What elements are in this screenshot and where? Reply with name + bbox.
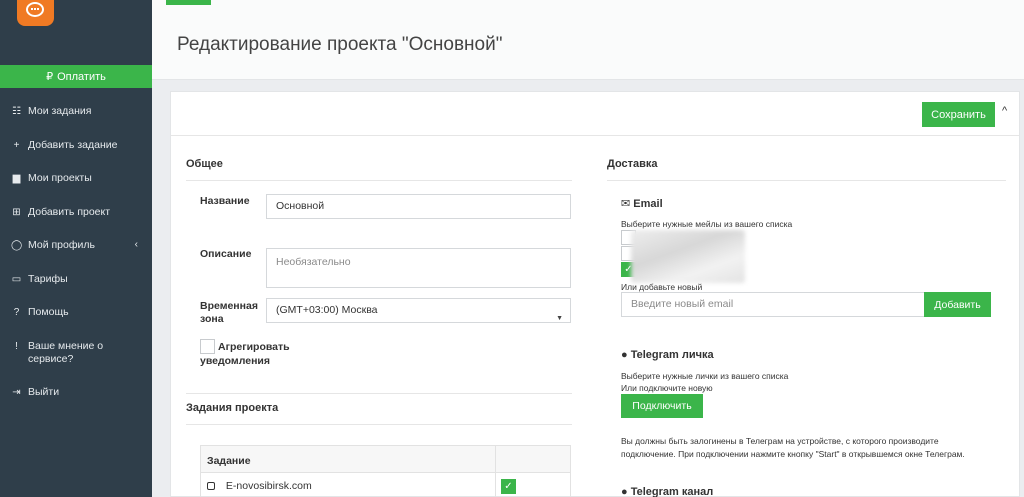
table-header: Задание xyxy=(201,446,570,473)
sidebar-nav: ☷ Мои задания + Добавить задание ▆ Мои п… xyxy=(0,98,152,412)
card-icon: ▭ xyxy=(11,273,22,285)
sidebar: ₽ Оплатить ☷ Мои задания + Добавить зада… xyxy=(0,0,152,497)
general-section: Общее Название Основной Описание Необяза… xyxy=(186,150,572,497)
email-heading: ✉ Email xyxy=(621,197,663,210)
telegram-or-connect-hint: Или подключите новую xyxy=(621,383,713,393)
sidebar-item-add-project[interactable]: ⊞ Добавить проект xyxy=(0,199,152,233)
sidebar-item-label: Мои задания xyxy=(28,105,92,117)
name-label: Название xyxy=(200,195,250,207)
project-edit-panel: Сохранить ^ Общее Название Основной Опис… xyxy=(170,91,1020,497)
sidebar-item-label: Добавить проект xyxy=(28,205,111,218)
sidebar-item-label: Выйти xyxy=(28,385,60,398)
instagram-icon xyxy=(207,482,215,490)
sidebar-item-label: Мои проекты xyxy=(28,172,92,184)
logo-area xyxy=(0,0,152,65)
email-choose-hint: Выберите нужные мейлы из вашего списка xyxy=(621,219,793,229)
description-textarea[interactable]: Необязательно xyxy=(266,248,571,288)
sidebar-item-label: Ваше мнение о сервисе? xyxy=(28,339,104,365)
pay-button-label: Оплатить xyxy=(57,70,106,83)
sidebar-item-help[interactable]: ? Помощь xyxy=(0,299,152,333)
column-divider xyxy=(495,473,496,497)
email-or-add-hint: Или добавьте новый xyxy=(621,282,703,292)
plus-icon: + xyxy=(13,139,20,151)
email-title: Email xyxy=(633,198,663,210)
top-header: Редактирование проекта "Основной" xyxy=(152,0,1024,80)
chevron-left-icon[interactable]: ‹ xyxy=(135,239,138,250)
active-tab-indicator[interactable] xyxy=(166,0,211,5)
telegram-channel-title: Telegram канал xyxy=(630,486,714,497)
plus-square-icon: ⊞ xyxy=(12,206,21,218)
caret-down-icon: ▼ xyxy=(556,315,563,322)
task-enabled-checkbox[interactable]: ✓ xyxy=(501,479,516,494)
pay-button[interactable]: ₽ Оплатить xyxy=(0,65,152,88)
column-divider xyxy=(495,446,496,473)
panel-header: Сохранить ^ xyxy=(171,92,1019,136)
name-input[interactable]: Основной xyxy=(266,194,571,219)
timezone-select[interactable]: (GMT+03:00) Москва ▼ xyxy=(266,298,571,323)
collapse-icon[interactable]: ^ xyxy=(1002,105,1007,117)
add-email-button[interactable]: Добавить xyxy=(924,292,991,317)
sidebar-item-tariffs[interactable]: ▭ Тарифы xyxy=(0,266,152,300)
timezone-label: Временная зона xyxy=(200,300,258,325)
save-button[interactable]: Сохранить xyxy=(922,102,995,127)
telegram-channel-heading: ● Telegram канал xyxy=(621,486,713,497)
sidebar-item-feedback[interactable]: ! Ваше мнение о сервисе? xyxy=(0,333,152,379)
chat-bubble-icon xyxy=(26,2,44,17)
app-logo[interactable] xyxy=(17,0,54,26)
chat-icon: ● xyxy=(621,486,628,497)
sign-out-icon: ⇥ xyxy=(12,386,21,398)
sidebar-item-add-task[interactable]: + Добавить задание xyxy=(0,132,152,166)
user-icon: ◯ xyxy=(11,240,23,251)
sidebar-item-label: Мой профиль xyxy=(28,239,95,251)
sidebar-item-label: Помощь xyxy=(28,306,69,318)
task-name: E-novosibirsk.com xyxy=(225,480,312,492)
telegram-choose-hint: Выберите нужные лички из вашего списка xyxy=(621,371,789,381)
sidebar-item-my-projects[interactable]: ▆ Мои проекты xyxy=(0,165,152,199)
tasks-section-title: Задания проекта xyxy=(186,393,572,425)
new-email-input[interactable]: Введите новый email xyxy=(621,292,925,317)
description-placeholder: Необязательно xyxy=(276,256,351,268)
exclamation-icon: ! xyxy=(15,340,18,352)
page-title: Редактирование проекта "Основной" xyxy=(177,34,503,55)
telegram-personal-heading: ● Telegram личка xyxy=(621,349,714,361)
delivery-section-title: Доставка xyxy=(607,150,1006,181)
redacted-email-list xyxy=(631,230,745,283)
connect-telegram-button[interactable]: Подключить xyxy=(621,394,703,418)
sidebar-item-label: Тарифы xyxy=(28,272,68,285)
envelope-icon: ✉ xyxy=(621,198,631,210)
sidebar-item-label: Добавить задание xyxy=(28,138,118,151)
chat-icon: ● xyxy=(621,349,628,361)
delivery-section: Доставка ✉ Email Выберите нужные мейлы и… xyxy=(607,150,1006,497)
sidebar-item-my-profile[interactable]: ◯ Мой профиль ‹ xyxy=(0,232,152,266)
telegram-personal-title: Telegram личка xyxy=(630,349,714,361)
timezone-value: (GMT+03:00) Москва xyxy=(276,304,378,316)
question-icon: ? xyxy=(13,307,20,318)
tasks-table: Задание E-novosibirsk.com ✓ xyxy=(200,445,571,497)
sidebar-item-my-tasks[interactable]: ☷ Мои задания xyxy=(0,98,152,132)
table-row: E-novosibirsk.com ✓ xyxy=(201,473,570,497)
ruble-icon: ₽ xyxy=(46,71,54,83)
briefcase-icon: ▆ xyxy=(12,173,21,184)
column-task-header: Задание xyxy=(207,455,251,467)
general-section-title: Общее xyxy=(186,150,572,181)
list-icon: ☷ xyxy=(12,106,21,117)
aggregate-label: Агрегировать уведомления xyxy=(200,341,290,367)
description-label: Описание xyxy=(200,248,252,260)
sidebar-item-logout[interactable]: ⇥ Выйти xyxy=(0,379,152,413)
telegram-note: Вы должны быть залогинены в Телеграм на … xyxy=(621,436,965,459)
